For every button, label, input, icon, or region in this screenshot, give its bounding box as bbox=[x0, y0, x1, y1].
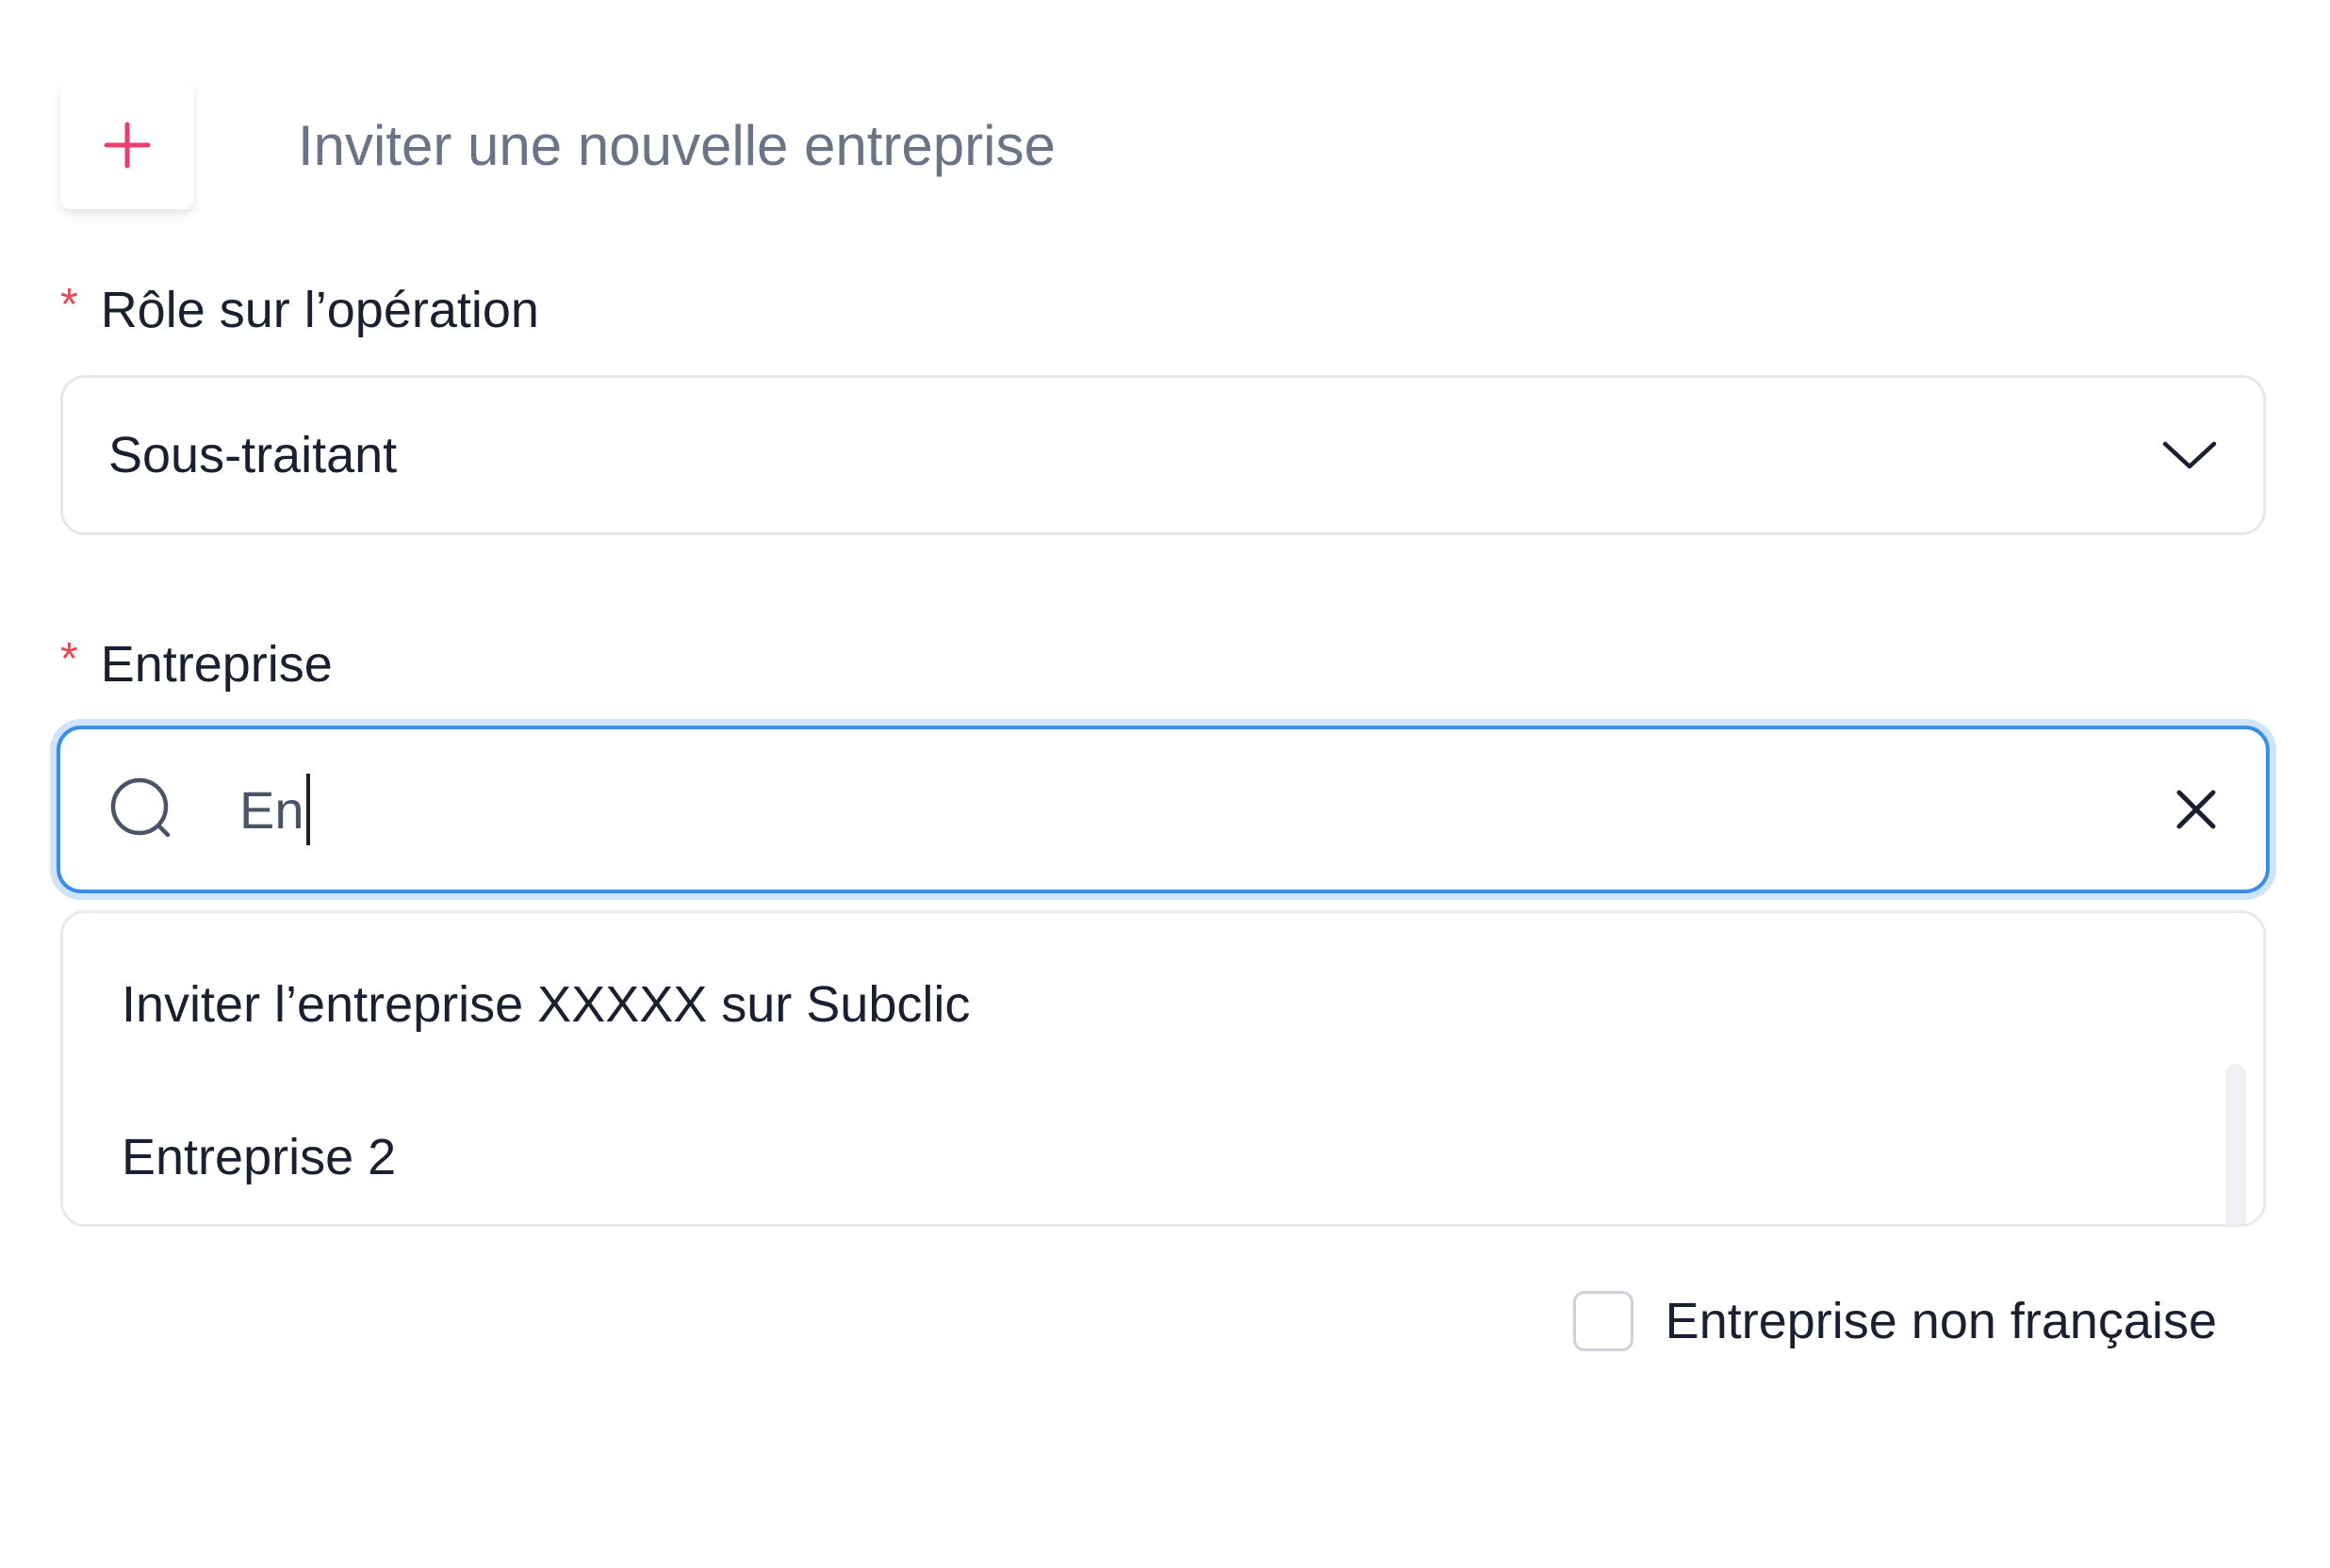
chevron-down-icon bbox=[2162, 441, 2217, 469]
invite-new-company-label[interactable]: Inviter une nouvelle entreprise bbox=[298, 113, 1056, 178]
foreign-company-checkbox-row[interactable]: Entreprise non française bbox=[1572, 1291, 2217, 1351]
role-field-label: * Rôle sur l’opération bbox=[60, 279, 539, 339]
search-icon bbox=[110, 777, 171, 838]
dropdown-option-company[interactable]: Entreprise 2 bbox=[122, 1128, 396, 1186]
foreign-company-checkbox[interactable] bbox=[1572, 1291, 1633, 1351]
close-icon bbox=[2176, 790, 2216, 829]
clear-search-button[interactable] bbox=[2174, 787, 2219, 832]
invite-new-company-button[interactable] bbox=[60, 81, 194, 209]
company-label-text: Entreprise bbox=[100, 636, 333, 693]
required-marker: * bbox=[60, 279, 78, 330]
search-text-value: En bbox=[239, 779, 304, 840]
company-search-value[interactable]: En bbox=[239, 774, 2174, 845]
company-results-dropdown: Inviter l’entreprise XXXXX sur Subclic E… bbox=[60, 910, 2266, 1227]
role-label-text: Rôle sur l’opération bbox=[100, 282, 539, 338]
foreign-company-label[interactable]: Entreprise non française bbox=[1665, 1292, 2217, 1350]
company-field-label: * Entreprise bbox=[60, 633, 333, 694]
role-select-value: Sous-traitant bbox=[108, 427, 398, 483]
dropdown-option-invite-company[interactable]: Inviter l’entreprise XXXXX sur Subclic bbox=[122, 975, 970, 1034]
text-caret bbox=[305, 774, 310, 845]
invite-new-company-row[interactable]: Inviter une nouvelle entreprise bbox=[60, 81, 1056, 209]
company-search-input[interactable]: En bbox=[57, 726, 2270, 893]
dropdown-scrollbar[interactable] bbox=[2225, 1064, 2246, 1224]
required-marker: * bbox=[60, 633, 78, 684]
plus-icon bbox=[104, 122, 151, 169]
role-select[interactable]: Sous-traitant bbox=[60, 375, 2266, 535]
company-invite-form: Inviter une nouvelle entreprise * Rôle s… bbox=[0, 0, 2330, 1568]
